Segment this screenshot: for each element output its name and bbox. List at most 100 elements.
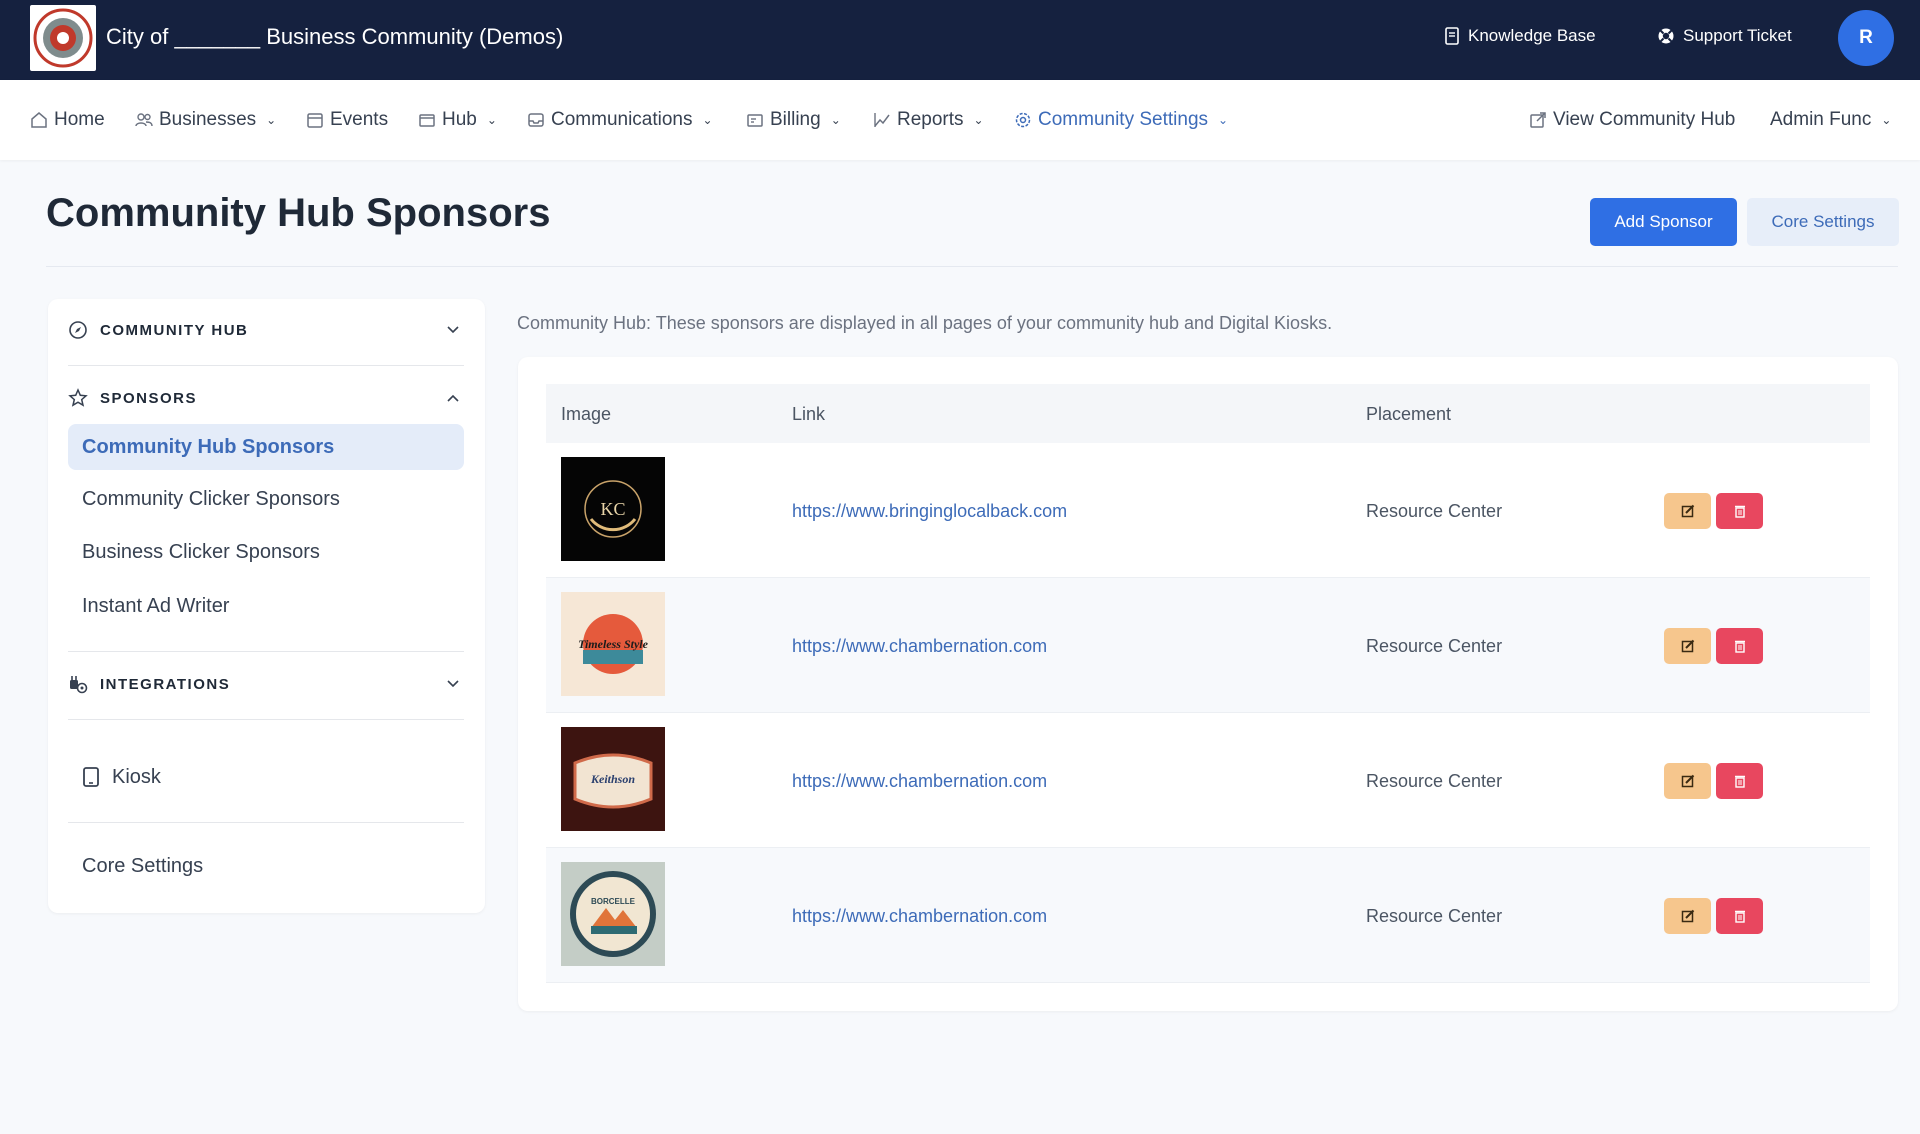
nav-reports[interactable]: Reports ⌄ xyxy=(873,108,984,132)
nav-businesses-label: Businesses xyxy=(159,109,257,130)
edit-button[interactable] xyxy=(1664,898,1711,934)
knowledge-base-link[interactable]: Knowledge Base xyxy=(1444,24,1596,48)
sponsor-link[interactable]: https://www.chambernation.com xyxy=(792,769,1047,793)
chevron-down-icon: ⌄ xyxy=(1218,113,1229,127)
edit-button[interactable] xyxy=(1664,493,1711,529)
lifebuoy-icon xyxy=(1658,28,1674,44)
book-icon xyxy=(1445,27,1459,45)
nav-admin-func[interactable]: Admin Func ⌄ xyxy=(1770,108,1891,132)
community-logo[interactable] xyxy=(30,5,96,71)
sidebar-item-community-clicker-sponsors[interactable]: Community Clicker Sponsors xyxy=(68,476,464,522)
nav-admin-func-label: Admin Func xyxy=(1770,109,1872,130)
sponsor-placement: Resource Center xyxy=(1366,906,1503,926)
section-community-hub-label: COMMUNITY HUB xyxy=(100,321,249,339)
settings-sidebar: COMMUNITY HUB SPONSORS Community Hub Spo… xyxy=(48,299,485,913)
chevron-down-icon xyxy=(447,680,459,688)
section-integrations-label: INTEGRATIONS xyxy=(100,675,231,693)
plug-gear-icon xyxy=(70,676,88,694)
sidebar-item-business-clicker-sponsors[interactable]: Business Clicker Sponsors xyxy=(68,529,464,575)
sidebar-item-instant-ad-writer[interactable]: Instant Ad Writer xyxy=(68,583,464,629)
home-icon xyxy=(31,112,47,128)
chevron-down-icon: ⌄ xyxy=(702,113,713,127)
support-ticket-link[interactable]: Support Ticket xyxy=(1657,24,1792,48)
chevron-up-icon xyxy=(447,394,459,402)
sidebar-item-kiosk-label: Kiosk xyxy=(112,765,161,788)
sponsor-placement: Resource Center xyxy=(1366,501,1503,521)
nav-community-settings-label: Community Settings xyxy=(1038,109,1209,130)
trash-icon xyxy=(1734,640,1745,653)
sidebar-divider xyxy=(68,822,464,823)
nav-community-settings[interactable]: Community Settings ⌄ xyxy=(1014,108,1228,132)
edit-button[interactable] xyxy=(1664,763,1711,799)
calendar-icon xyxy=(307,113,323,128)
sponsor-link[interactable]: https://www.chambernation.com xyxy=(792,904,1047,928)
table-row: BORCELLE https://www.chambernation.com R… xyxy=(546,848,1870,983)
folder-icon xyxy=(419,114,435,127)
sponsor-link[interactable]: https://www.chambernation.com xyxy=(792,634,1047,658)
chevron-down-icon: ⌄ xyxy=(830,113,841,127)
sponsors-description: Community Hub: These sponsors are displa… xyxy=(517,313,1333,333)
delete-button[interactable] xyxy=(1716,898,1763,934)
top-bar: City of _______ Business Community (Demo… xyxy=(0,0,1920,80)
table-row: Keithson https://www.chambernation.com R… xyxy=(546,713,1870,848)
nav-billing[interactable]: Billing ⌄ xyxy=(746,108,841,132)
page-title: Community Hub Sponsors xyxy=(46,191,551,235)
nav-reports-label: Reports xyxy=(897,109,964,130)
table-row: Timeless Style https://www.chambernation… xyxy=(546,578,1870,713)
delete-button[interactable] xyxy=(1716,763,1763,799)
nav-view-community-hub-label: View Community Hub xyxy=(1553,109,1736,130)
edit-icon xyxy=(1681,909,1694,923)
nav-businesses[interactable]: Businesses ⌄ xyxy=(135,108,276,132)
sponsor-logo-image: Timeless Style xyxy=(561,592,665,696)
delete-button[interactable] xyxy=(1716,493,1763,529)
section-integrations[interactable]: INTEGRATIONS xyxy=(68,669,464,699)
billing-icon xyxy=(747,114,763,127)
user-avatar[interactable]: R xyxy=(1838,10,1894,66)
edit-icon xyxy=(1681,639,1694,653)
header-divider xyxy=(46,266,1898,267)
add-sponsor-button[interactable]: Add Sponsor xyxy=(1590,198,1737,246)
core-settings-button[interactable]: Core Settings xyxy=(1747,198,1899,246)
external-link-icon xyxy=(1530,112,1546,128)
edit-button[interactable] xyxy=(1664,628,1711,664)
knowledge-base-label: Knowledge Base xyxy=(1468,26,1596,45)
sponsor-logo-text: BORCELLE xyxy=(591,897,636,906)
sponsors-table-panel: Image Link Placement KC https://www.brin… xyxy=(518,357,1898,1011)
main-navigation: Home Businesses ⌄ Events Hub ⌄ Communica… xyxy=(0,80,1920,160)
nav-communications[interactable]: Communications ⌄ xyxy=(527,108,713,132)
sponsor-link[interactable]: https://www.bringinglocalback.com xyxy=(792,499,1067,523)
trash-icon xyxy=(1734,910,1745,923)
sidebar-item-kiosk[interactable]: Kiosk xyxy=(68,754,464,800)
sidebar-divider xyxy=(68,719,464,720)
gear-icon xyxy=(1015,112,1031,128)
star-icon xyxy=(68,388,88,407)
sidebar-divider xyxy=(68,365,464,366)
column-header-link: Link xyxy=(792,404,826,424)
sidebar-item-core-settings[interactable]: Core Settings xyxy=(68,843,464,889)
nav-events-label: Events xyxy=(330,109,389,130)
table-header: Image Link Placement xyxy=(546,384,1870,443)
nav-events[interactable]: Events xyxy=(306,108,388,132)
nav-hub[interactable]: Hub ⌄ xyxy=(418,108,497,132)
delete-button[interactable] xyxy=(1716,628,1763,664)
sponsor-placement: Resource Center xyxy=(1366,636,1503,656)
nav-home[interactable]: Home xyxy=(30,108,105,132)
nav-billing-label: Billing xyxy=(770,109,821,130)
sponsor-logo-text: KC xyxy=(600,499,625,519)
table-row: KC https://www.bringinglocalback.com Res… xyxy=(546,443,1870,578)
chevron-down-icon xyxy=(447,326,459,334)
nav-home-label: Home xyxy=(54,109,105,130)
trash-icon xyxy=(1734,505,1745,518)
section-community-hub[interactable]: COMMUNITY HUB xyxy=(68,315,464,345)
nav-view-community-hub[interactable]: View Community Hub xyxy=(1529,108,1735,132)
nav-hub-label: Hub xyxy=(442,109,477,130)
section-sponsors[interactable]: SPONSORS xyxy=(68,383,464,413)
sponsor-placement: Resource Center xyxy=(1366,771,1503,791)
nav-communications-label: Communications xyxy=(551,109,693,130)
tablet-icon xyxy=(83,767,99,787)
sidebar-item-community-hub-sponsors[interactable]: Community Hub Sponsors xyxy=(68,424,464,470)
trash-icon xyxy=(1734,775,1745,788)
inbox-icon xyxy=(528,113,544,127)
sponsor-logo-text: Timeless Style xyxy=(578,637,649,651)
chevron-down-icon: ⌄ xyxy=(973,113,984,127)
